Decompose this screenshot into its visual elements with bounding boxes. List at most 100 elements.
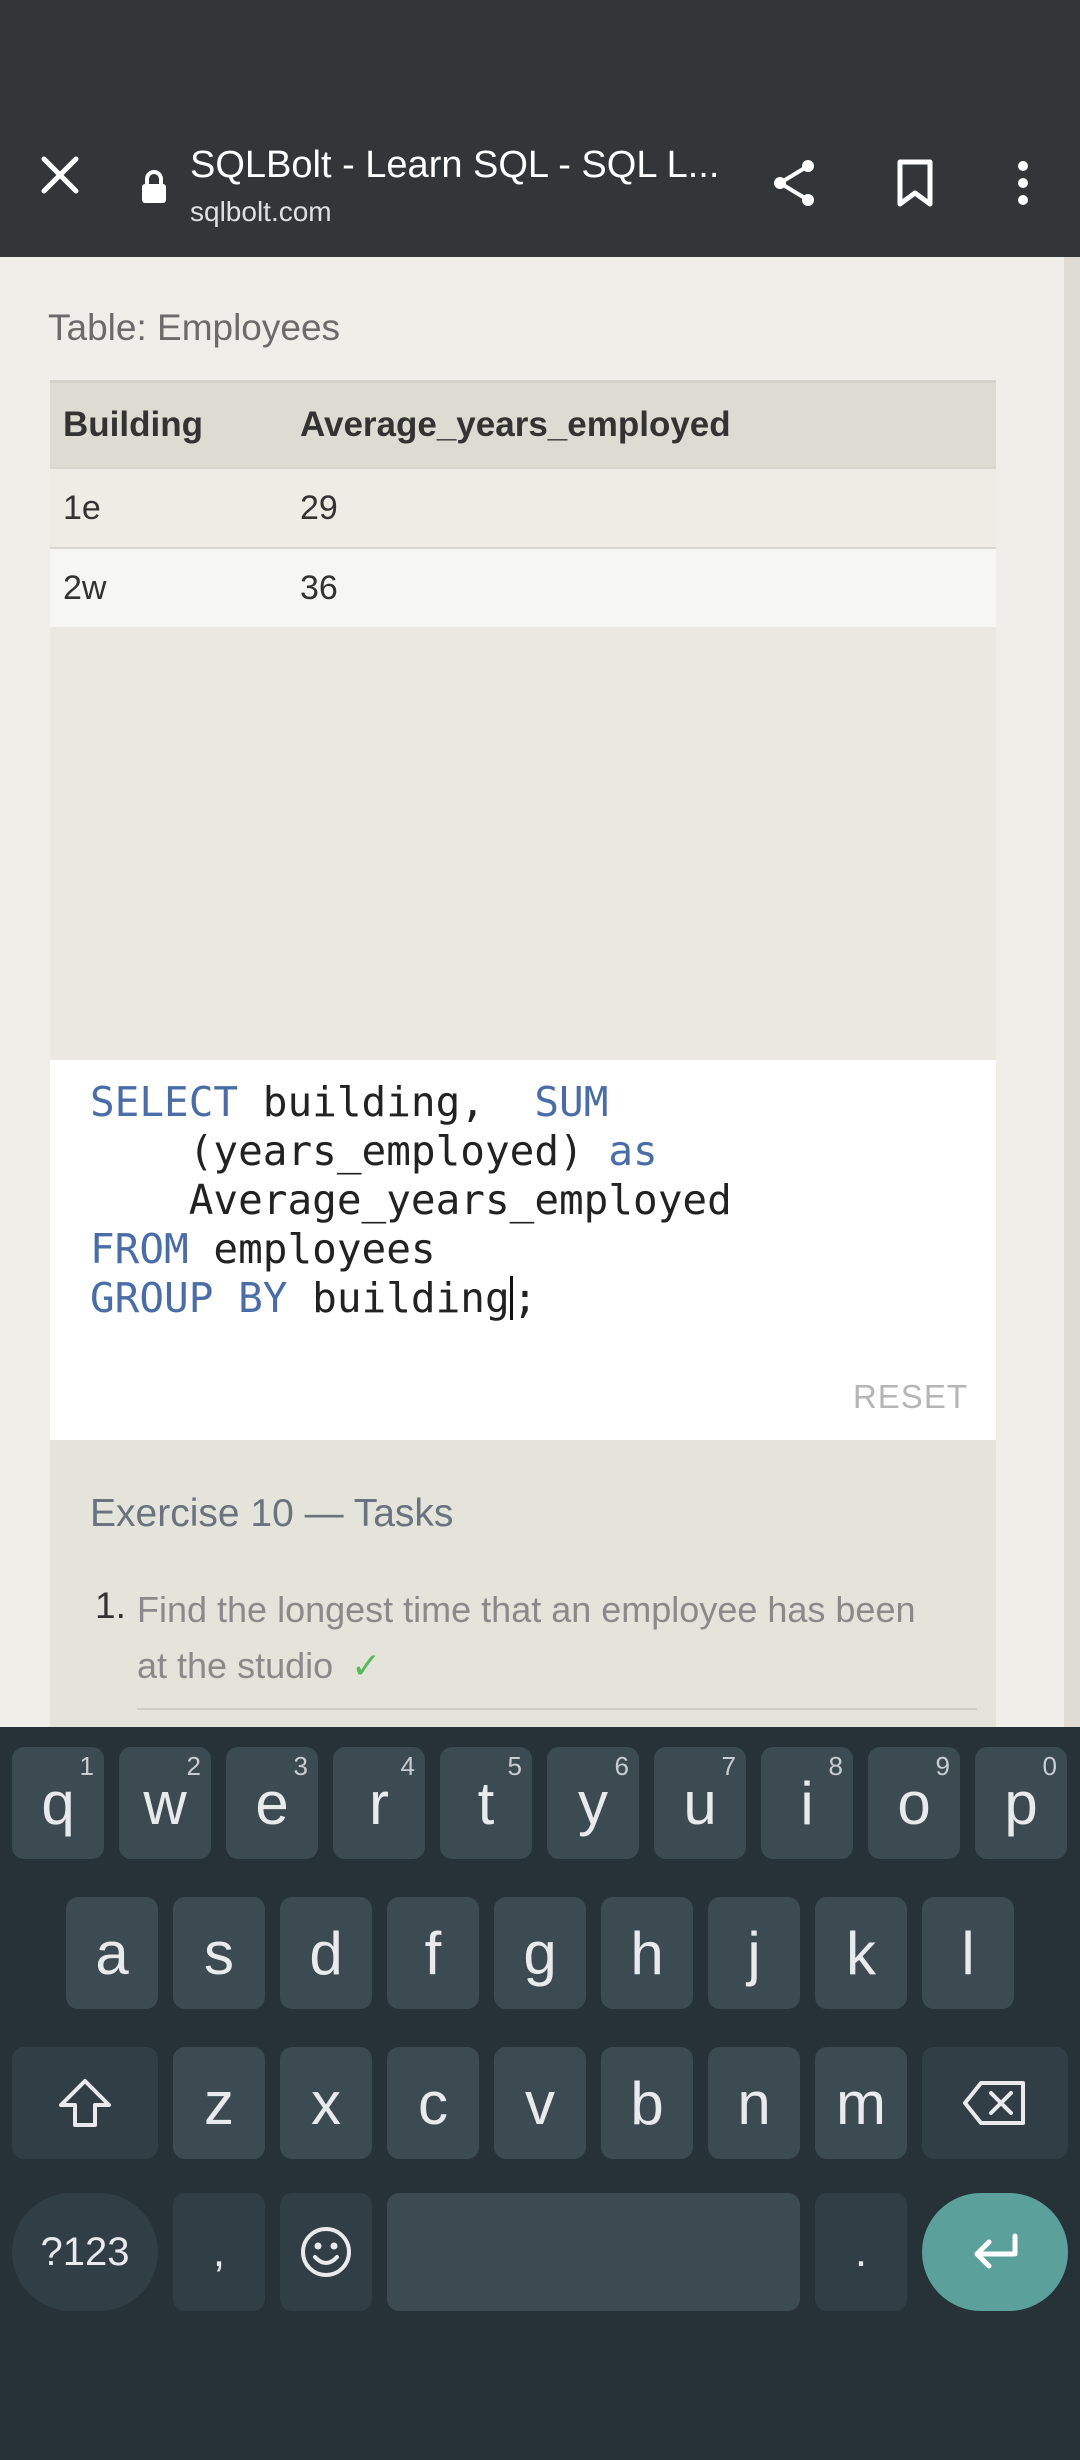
on-screen-keyboard: q1 w2 e3 r4 t5 y6 u7 i8 o9 p0 a s d f g …: [0, 1727, 1080, 2460]
emoji-key[interactable]: [280, 2193, 372, 2311]
page-url[interactable]: sqlbolt.com: [190, 196, 332, 228]
code-text: (years_employed): [90, 1127, 609, 1175]
code-text: ;: [512, 1274, 538, 1322]
symbols-key[interactable]: ?123: [12, 2193, 158, 2311]
key-q[interactable]: q1: [12, 1747, 104, 1859]
share-icon[interactable]: [768, 156, 822, 210]
reset-button[interactable]: RESET: [853, 1378, 968, 1416]
key-hint: 8: [828, 1751, 843, 1781]
key-m[interactable]: m: [815, 2047, 907, 2159]
status-bar: [0, 0, 1080, 100]
key-s[interactable]: s: [173, 1897, 265, 2009]
key-k[interactable]: k: [815, 1897, 907, 2009]
key-n[interactable]: n: [708, 2047, 800, 2159]
key-label: u: [683, 1769, 717, 1837]
task-text: Find the longest time that an employee h…: [137, 1589, 916, 1686]
key-label: y: [578, 1769, 608, 1837]
table-cell: 36: [300, 547, 996, 627]
sql-code[interactable]: SELECT building, SUM (years_employed) as…: [90, 1078, 732, 1323]
task-item: Find the longest time that an employee h…: [137, 1582, 917, 1694]
table-cell: 1e: [50, 467, 300, 548]
comma-key[interactable]: ,: [173, 2193, 265, 2311]
result-table: Building Average_years_employed 1e 29 2w…: [50, 380, 996, 627]
key-label: e: [255, 1769, 289, 1837]
key-x[interactable]: x: [280, 2047, 372, 2159]
key-o[interactable]: o9: [868, 1747, 960, 1859]
key-hint: 9: [935, 1751, 950, 1781]
key-hint: 0: [1042, 1751, 1057, 1781]
code-keyword: as: [608, 1127, 658, 1175]
tasks-panel: Exercise 10 — Tasks 1. Find the longest …: [50, 1440, 996, 1727]
backspace-key[interactable]: [922, 2047, 1068, 2159]
code-text: building: [287, 1274, 510, 1322]
table-row: 2w 36: [50, 547, 996, 627]
key-w[interactable]: w2: [119, 1747, 211, 1859]
column-header-building: Building: [50, 380, 300, 468]
table-caption: Table: Employees: [48, 307, 341, 348]
close-icon[interactable]: [30, 145, 90, 205]
key-hint: 6: [614, 1751, 629, 1781]
tasks-title: Exercise 10 — Tasks: [90, 1492, 454, 1535]
key-label: r: [369, 1769, 389, 1837]
code-keyword: FROM: [90, 1225, 189, 1273]
more-vert-icon[interactable]: [1000, 156, 1046, 210]
shift-key[interactable]: [12, 2047, 158, 2159]
bookmark-icon[interactable]: [890, 156, 940, 210]
key-f[interactable]: f: [387, 1897, 479, 2009]
table-row: 1e 29: [50, 467, 996, 548]
task-number: 1.: [95, 1585, 126, 1626]
key-t[interactable]: t5: [440, 1747, 532, 1859]
browser-toolbar: SQLBolt - Learn SQL - SQL L... sqlbolt.c…: [0, 100, 1080, 257]
code-keyword: SUM: [534, 1078, 609, 1126]
key-a[interactable]: a: [66, 1897, 158, 2009]
key-hint: 2: [186, 1751, 201, 1781]
key-hint: 5: [507, 1751, 522, 1781]
backspace-icon: [963, 2081, 1025, 2125]
key-v[interactable]: v: [494, 2047, 586, 2159]
shift-icon: [59, 2079, 111, 2127]
key-i[interactable]: i8: [761, 1747, 853, 1859]
code-text: building,: [238, 1078, 535, 1126]
key-hint: 7: [721, 1751, 736, 1781]
check-icon: ✓: [351, 1645, 382, 1686]
enter-icon: [974, 2233, 1018, 2269]
key-l[interactable]: l: [922, 1897, 1014, 2009]
key-label: t: [477, 1769, 495, 1837]
table-cell: 2w: [50, 547, 300, 627]
key-p[interactable]: p0: [975, 1747, 1067, 1859]
code-keyword: SELECT: [90, 1078, 239, 1126]
key-label: i: [800, 1769, 814, 1837]
key-label: w: [143, 1769, 187, 1837]
code-text: employees: [188, 1225, 436, 1273]
column-header-average-years: Average_years_employed: [300, 380, 996, 468]
key-u[interactable]: u7: [654, 1747, 746, 1859]
period-key[interactable]: .: [815, 2193, 907, 2311]
code-text: Average_years_employed: [90, 1176, 732, 1224]
key-z[interactable]: z: [173, 2047, 265, 2159]
key-hint: 1: [79, 1751, 94, 1781]
key-label: p: [1004, 1769, 1038, 1837]
key-hint: 4: [400, 1751, 415, 1781]
table-header-row: Building Average_years_employed: [50, 380, 996, 468]
page-scrollbar[interactable]: [1064, 257, 1080, 1727]
page-title[interactable]: SQLBolt - Learn SQL - SQL L...: [190, 144, 730, 187]
code-keyword: GROUP BY: [90, 1274, 288, 1322]
key-e[interactable]: e3: [226, 1747, 318, 1859]
emoji-icon: [301, 2227, 351, 2277]
table-cell: 29: [300, 467, 996, 548]
key-label: o: [897, 1769, 931, 1837]
key-c[interactable]: c: [387, 2047, 479, 2159]
key-j[interactable]: j: [708, 1897, 800, 2009]
key-y[interactable]: y6: [547, 1747, 639, 1859]
key-d[interactable]: d: [280, 1897, 372, 2009]
key-label: q: [41, 1769, 75, 1837]
space-key[interactable]: [387, 2193, 800, 2311]
key-b[interactable]: b: [601, 2047, 693, 2159]
key-r[interactable]: r4: [333, 1747, 425, 1859]
key-g[interactable]: g: [494, 1897, 586, 2009]
task-divider: [137, 1708, 977, 1710]
key-h[interactable]: h: [601, 1897, 693, 2009]
sql-editor[interactable]: SELECT building, SUM (years_employed) as…: [50, 1060, 996, 1440]
enter-key[interactable]: [922, 2193, 1068, 2311]
web-page: Table: Employees Building Average_years_…: [0, 257, 1080, 1727]
